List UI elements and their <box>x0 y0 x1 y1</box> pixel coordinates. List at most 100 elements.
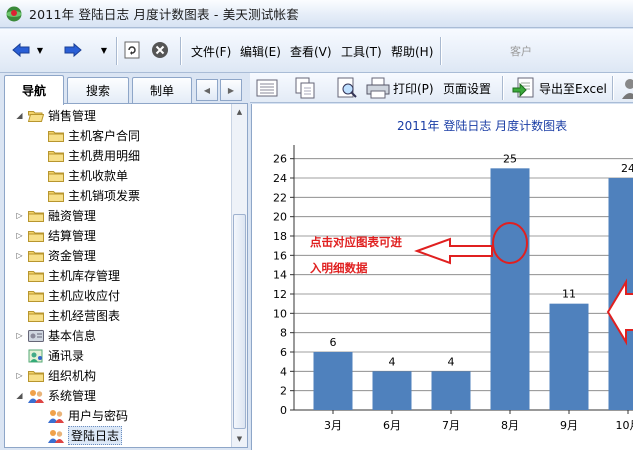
refresh-button[interactable] <box>122 39 142 61</box>
tab-search[interactable]: 搜索 <box>67 77 129 103</box>
tree-item[interactable]: 主机费用明细 <box>35 145 140 165</box>
tree-scrollbar[interactable]: ▲ ▼ <box>231 104 247 447</box>
scroll-up-button[interactable]: ▲ <box>233 105 246 119</box>
printer-icon <box>366 77 390 99</box>
list-view-button[interactable] <box>256 77 278 99</box>
export-excel-icon <box>512 77 534 98</box>
copy-document-icon <box>295 77 315 99</box>
data-label: 24 <box>621 162 633 175</box>
stop-button[interactable] <box>150 39 170 61</box>
tree-item[interactable]: ▷ 资金管理 <box>15 245 96 265</box>
menu-tools[interactable]: 工具(T) <box>341 43 382 60</box>
menu-file[interactable]: 文件(F) <box>191 43 231 60</box>
y-tick-label: 26 <box>273 153 287 166</box>
tree-item[interactable]: 主机销项发票 <box>35 185 140 205</box>
tree-item[interactable]: 主机应收应付 <box>15 285 120 305</box>
expand-arrow-icon[interactable]: ▷ <box>15 371 24 380</box>
tree-item-label: 资金管理 <box>48 248 97 263</box>
menu-help[interactable]: 帮助(H) <box>391 43 433 60</box>
y-tick-label: 10 <box>273 307 287 320</box>
window-title: 2011年 登陆日志 月度计数图表 - 美天测试帐套 <box>29 7 299 22</box>
tree-item[interactable]: 主机经营图表 <box>15 305 120 325</box>
tree-item-label: 通讯录 <box>48 348 85 363</box>
print-preview-icon <box>337 77 357 98</box>
tree-item[interactable]: ◢ 系统管理 <box>15 385 96 405</box>
menu-edit[interactable]: 编辑(E) <box>240 43 281 60</box>
tab-scroll-right-button[interactable]: ▶ <box>220 79 242 101</box>
collapse-arrow-icon[interactable]: ◢ <box>15 391 24 400</box>
toolbar-separator <box>116 37 117 65</box>
customer-field[interactable]: 客户 <box>510 43 532 59</box>
scroll-thumb[interactable] <box>233 214 246 429</box>
navigation-tree: 登陆日志 用户与密码 ◢ 系统管理 ▷ 组织机构 通讯录 ▷ 基本信息 主机经营图表 主机应收应付主… <box>4 103 248 448</box>
tree-item-label: 主机销项发票 <box>68 188 141 203</box>
collapse-arrow-icon[interactable]: ◢ <box>15 111 24 120</box>
title-bar: 2011年 登陆日志 月度计数图表 - 美天测试帐套 <box>0 0 633 28</box>
toolbar-separator <box>180 37 181 65</box>
tree-item[interactable]: 登陆日志 <box>35 425 123 445</box>
user-button[interactable] <box>620 77 633 99</box>
folder-icon <box>48 129 64 142</box>
expand-arrow-icon[interactable]: ▷ <box>15 331 24 340</box>
expand-arrow-icon[interactable]: ▷ <box>15 231 24 240</box>
data-label: 4 <box>389 355 396 368</box>
tree-item[interactable]: ◢ 销售管理 <box>15 105 96 125</box>
tree-item-label: 系统管理 <box>48 388 97 403</box>
tree-item[interactable]: ▷ 结算管理 <box>15 225 96 245</box>
export-excel-button[interactable]: 导出至Excel <box>512 77 607 99</box>
scroll-down-button[interactable]: ▼ <box>233 432 246 446</box>
bar[interactable] <box>490 168 530 410</box>
print-button[interactable]: 打印(P) <box>366 77 434 99</box>
y-tick-label: 0 <box>280 404 287 417</box>
tree-item[interactable]: 通讯录 <box>15 345 84 365</box>
tree-item[interactable]: ▷ 组织机构 <box>15 365 96 385</box>
left-arrow-annotation <box>414 237 493 265</box>
app-logo-icon <box>6 6 22 21</box>
y-tick-label: 4 <box>280 365 287 378</box>
forward-dropdown-button[interactable]: ▼ <box>98 39 110 61</box>
bar[interactable] <box>313 352 353 410</box>
folder-open-icon <box>27 109 45 122</box>
arrow-up-icon: ▲ <box>236 108 243 116</box>
tree-item[interactable]: 用户与密码 <box>35 405 128 425</box>
tree-item-label: 基本信息 <box>48 328 97 343</box>
tree-item[interactable]: 主机收款单 <box>35 165 128 185</box>
page-setup-button[interactable]: 页面设置 <box>443 77 491 99</box>
tree-item[interactable]: ▷ 融资管理 <box>15 205 96 225</box>
tab-voucher[interactable]: 制单 <box>132 77 192 103</box>
tree-item-label: 组织机构 <box>48 368 97 383</box>
left-tab-strip: 导航 搜索 制单 ◀ ▶ <box>4 75 248 105</box>
data-label: 25 <box>503 152 517 165</box>
x-tick-label: 8月 <box>501 419 519 432</box>
bar[interactable] <box>549 303 589 410</box>
back-dropdown-button[interactable]: ▼ <box>34 39 46 61</box>
menu-view[interactable]: 查看(V) <box>290 43 332 60</box>
expand-arrow-icon[interactable]: ▷ <box>15 211 24 220</box>
back-button[interactable] <box>10 39 32 61</box>
x-tick-label: 6月 <box>383 419 401 432</box>
tree-item[interactable]: 主机客户合同 <box>35 125 140 145</box>
tab-scroll-left-button[interactable]: ◀ <box>196 79 218 101</box>
toolbar-separator <box>440 37 441 65</box>
tab-navigation[interactable]: 导航 <box>4 75 64 105</box>
tree-item[interactable]: ▷ 基本信息 <box>15 325 96 345</box>
y-tick-label: 24 <box>273 172 287 185</box>
bar[interactable] <box>372 371 412 410</box>
bar[interactable] <box>431 371 471 410</box>
folder-icon <box>28 249 44 262</box>
forward-button[interactable] <box>62 39 84 61</box>
back-arrow-icon <box>12 42 30 58</box>
y-tick-label: 16 <box>273 249 287 262</box>
expand-arrow-icon[interactable]: ▷ <box>15 251 24 260</box>
tree-item[interactable]: 主机库存管理 <box>15 265 120 285</box>
info-card-icon <box>28 329 44 342</box>
folder-icon <box>48 149 64 162</box>
folder-icon <box>28 209 44 222</box>
y-tick-label: 6 <box>280 346 287 359</box>
page-setup-label: 页面设置 <box>443 81 492 96</box>
copy-button[interactable] <box>294 77 316 99</box>
preview-button[interactable] <box>336 77 358 99</box>
user-icon <box>622 79 633 99</box>
